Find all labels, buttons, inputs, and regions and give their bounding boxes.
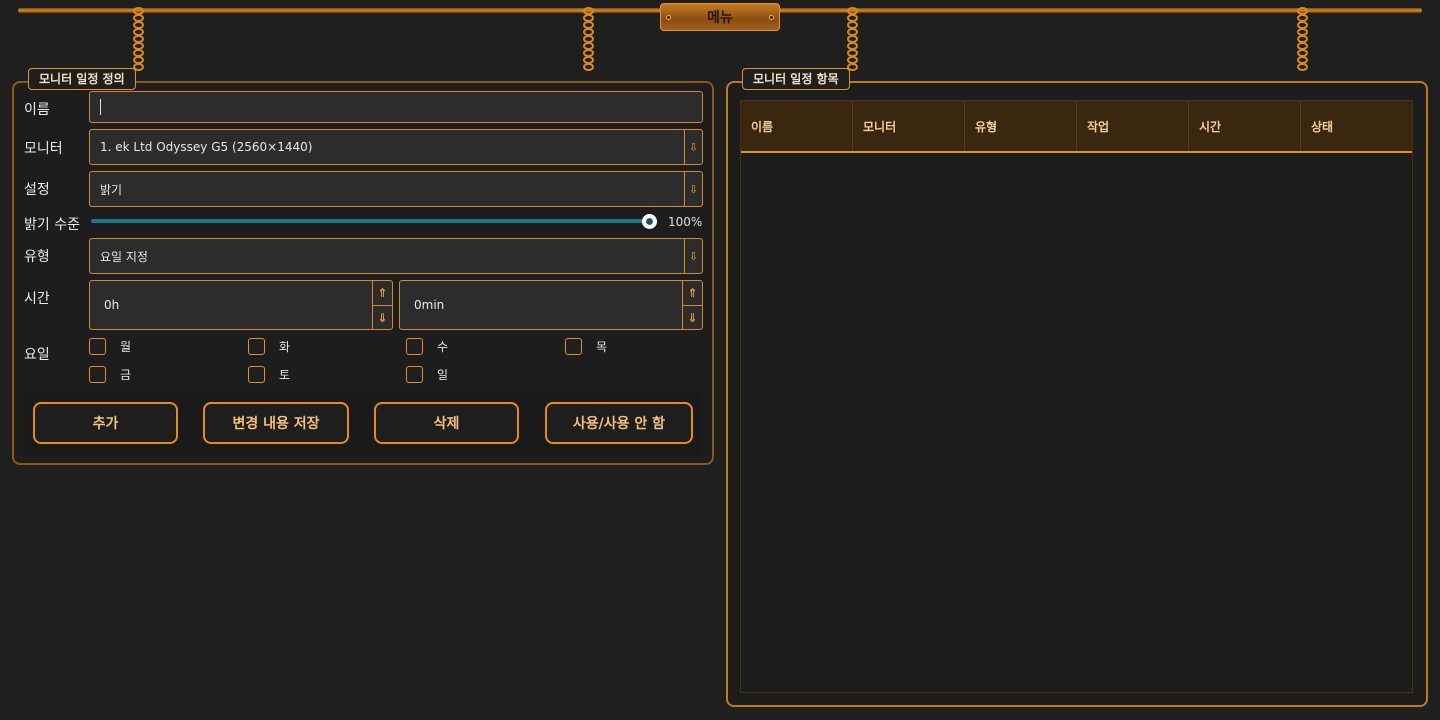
delete-button[interactable]: 삭제 xyxy=(374,402,519,444)
days-label: 요일 xyxy=(24,347,50,363)
brightness-slider-track[interactable] xyxy=(91,219,651,223)
add-button[interactable]: 추가 xyxy=(33,402,178,444)
name-input[interactable] xyxy=(89,91,703,123)
hours-spinbox[interactable]: 0h ⇑ ⇓ xyxy=(89,280,393,330)
day-checkbox-wed[interactable]: 수 xyxy=(406,338,448,355)
brightness-label: 밝기 수준 xyxy=(24,217,80,233)
monitor-label: 모니터 xyxy=(24,141,63,157)
schedule-definition-title: 모니터 일정 정의 xyxy=(28,68,136,90)
column-header-action[interactable]: 작업 xyxy=(1077,101,1189,151)
column-header-status[interactable]: 상태 xyxy=(1301,101,1412,151)
day-checkbox-tue[interactable]: 화 xyxy=(248,338,290,355)
text-caret xyxy=(100,99,101,115)
arrow-up-icon[interactable]: ⇑ xyxy=(373,281,392,305)
day-checkbox-sat[interactable]: 토 xyxy=(248,366,290,383)
save-changes-button[interactable]: 변경 내용 저장 xyxy=(203,402,349,444)
menu-button[interactable]: 메뉴 xyxy=(660,3,780,31)
arrow-down-icon[interactable]: ⇩ xyxy=(684,172,702,206)
checkbox-box[interactable] xyxy=(406,366,423,383)
hours-value: 0h xyxy=(104,298,120,312)
checkbox-box[interactable] xyxy=(406,338,423,355)
checkbox-box[interactable] xyxy=(565,338,582,355)
arrow-down-icon[interactable]: ⇓ xyxy=(683,305,702,329)
setting-label: 설정 xyxy=(24,182,50,198)
monitor-select-value: 1. ek Ltd Odyssey G5 (2560×1440) xyxy=(100,140,313,154)
column-header-monitor[interactable]: 모니터 xyxy=(853,101,965,151)
brightness-value: 100% xyxy=(668,215,703,229)
time-label: 시간 xyxy=(24,291,50,307)
column-header-time[interactable]: 시간 xyxy=(1189,101,1301,151)
chain-decoration xyxy=(845,7,859,71)
checkbox-box[interactable] xyxy=(89,338,106,355)
type-label: 유형 xyxy=(24,249,50,265)
checkbox-box[interactable] xyxy=(248,338,265,355)
brightness-slider-thumb[interactable] xyxy=(642,214,657,229)
nail-icon xyxy=(666,15,671,20)
nail-icon xyxy=(769,15,774,20)
chain-decoration xyxy=(1295,7,1309,71)
schedule-list-title: 모니터 일정 항목 xyxy=(742,68,850,90)
checkbox-box[interactable] xyxy=(248,366,265,383)
day-checkbox-sun[interactable]: 일 xyxy=(406,366,448,383)
type-select-value: 요일 지정 xyxy=(100,249,148,264)
checkbox-box[interactable] xyxy=(89,366,106,383)
minutes-spinbox[interactable]: 0min ⇑ ⇓ xyxy=(399,280,703,330)
day-checkbox-fri[interactable]: 금 xyxy=(89,366,131,383)
chain-decoration xyxy=(131,7,145,71)
monitor-select[interactable]: 1. ek Ltd Odyssey G5 (2560×1440) ⇩ xyxy=(89,129,703,165)
menu-label: 메뉴 xyxy=(707,10,733,26)
arrow-down-icon[interactable]: ⇩ xyxy=(684,130,702,164)
name-label: 이름 xyxy=(24,102,50,118)
setting-select-value: 밝기 xyxy=(100,182,123,197)
table-header: 이름 모니터 유형 작업 시간 상태 xyxy=(741,101,1412,153)
type-select[interactable]: 요일 지정 ⇩ xyxy=(89,238,703,274)
minutes-value: 0min xyxy=(414,298,445,312)
day-checkbox-mon[interactable]: 월 xyxy=(89,338,131,355)
arrow-down-icon[interactable]: ⇩ xyxy=(684,239,702,273)
column-header-name[interactable]: 이름 xyxy=(741,101,853,151)
arrow-down-icon[interactable]: ⇓ xyxy=(373,305,392,329)
day-checkbox-thu[interactable]: 목 xyxy=(565,338,607,355)
setting-select[interactable]: 밝기 ⇩ xyxy=(89,171,703,207)
arrow-up-icon[interactable]: ⇑ xyxy=(683,281,702,305)
schedule-table[interactable]: 이름 모니터 유형 작업 시간 상태 xyxy=(740,100,1413,693)
chain-decoration xyxy=(581,7,595,71)
enable-disable-button[interactable]: 사용/사용 안 함 xyxy=(545,402,693,444)
column-header-type[interactable]: 유형 xyxy=(965,101,1077,151)
